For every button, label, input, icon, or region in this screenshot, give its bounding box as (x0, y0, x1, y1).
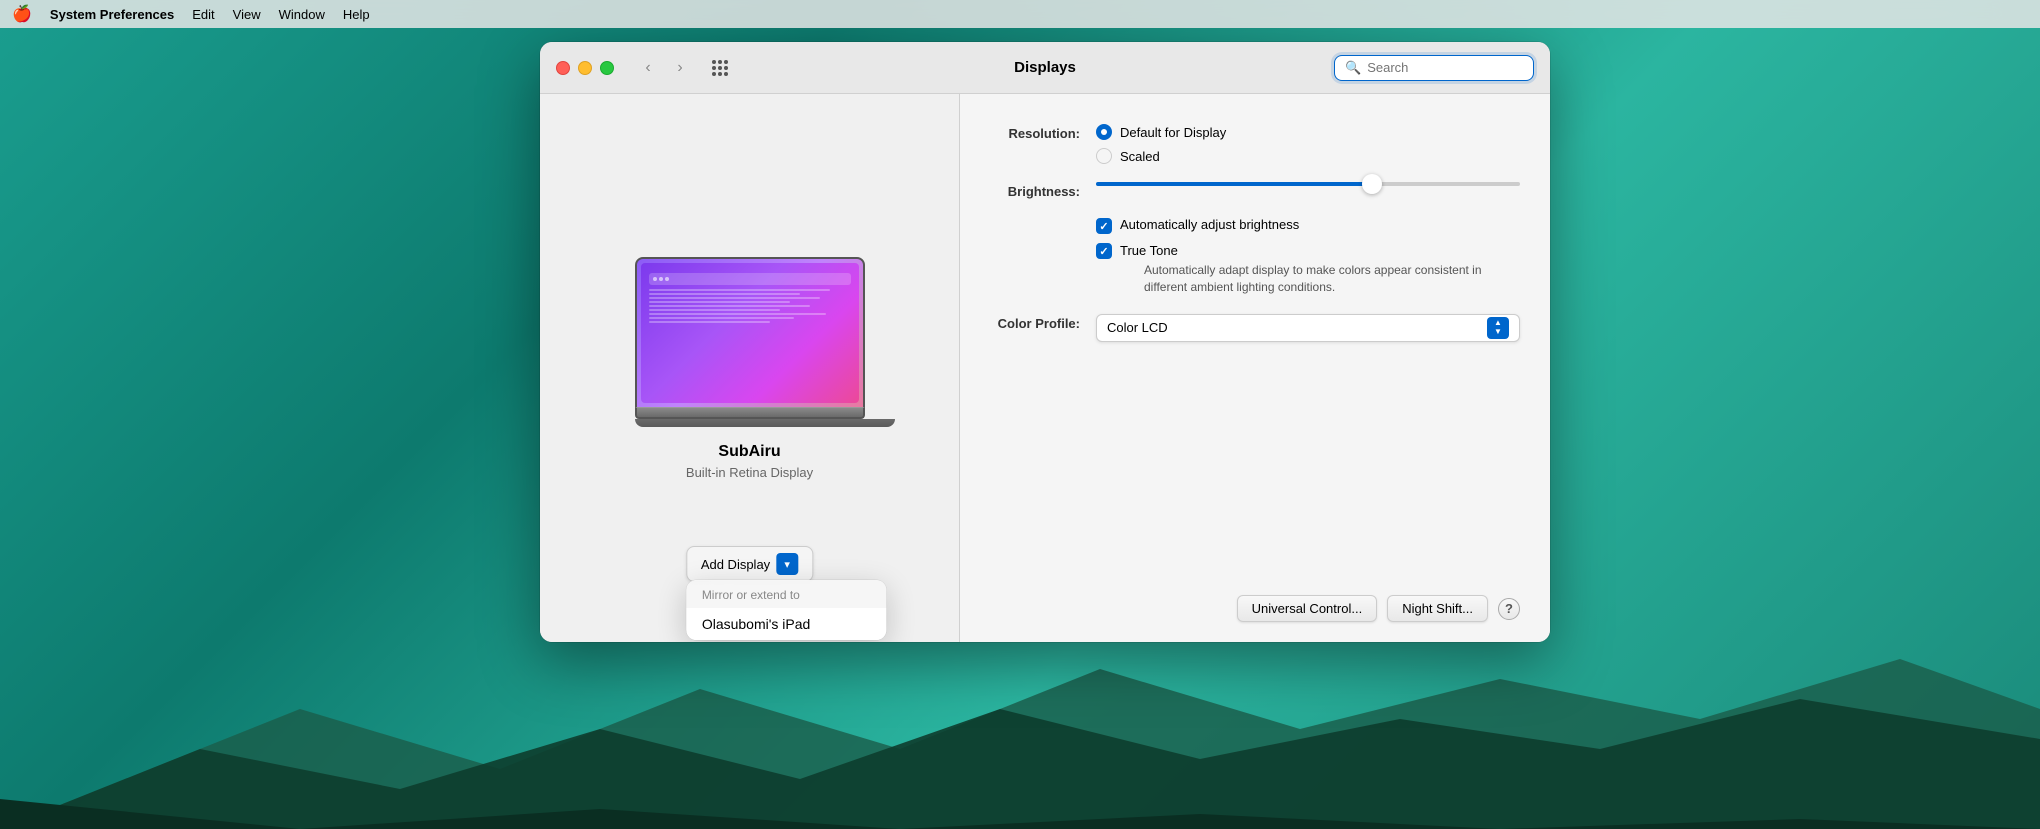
laptop-screen (635, 257, 865, 407)
brightness-row: Brightness: (990, 182, 1520, 199)
menubar-view[interactable]: View (233, 7, 261, 22)
window-body: SubAiru Built-in Retina Display Add Disp… (540, 94, 1550, 642)
menubar-edit[interactable]: Edit (192, 7, 214, 22)
add-display-label: Add Display (701, 557, 770, 572)
color-profile-value: Color LCD (1107, 320, 1168, 335)
back-button[interactable]: ‹ (634, 54, 662, 82)
help-button[interactable]: ? (1498, 598, 1520, 620)
close-button[interactable] (556, 61, 570, 75)
color-profile-row: Color Profile: Color LCD ▲ ▼ (990, 314, 1520, 342)
resolution-default-radio[interactable] (1096, 124, 1112, 140)
true-tone-checkmark-icon: ✓ (1099, 245, 1108, 258)
resolution-default-option[interactable]: Default for Display (1096, 124, 1520, 140)
menubar: 🍎 System Preferences Edit View Window He… (0, 0, 2040, 28)
minimize-button[interactable] (578, 61, 592, 75)
dropdown-item-ipad[interactable]: Olasubomi's iPad (686, 608, 886, 640)
brightness-content (1096, 182, 1520, 186)
true-tone-content: True Tone Automatically adapt display to… (1120, 242, 1520, 296)
checkmark-icon: ✓ (1099, 220, 1108, 233)
auto-brightness-label: Automatically adjust brightness (1120, 217, 1299, 232)
desktop-mountains (0, 629, 2040, 829)
brightness-slider-thumb[interactable] (1362, 174, 1382, 194)
menubar-system-preferences[interactable]: System Preferences (50, 7, 174, 22)
display-subtitle: Built-in Retina Display (686, 465, 813, 480)
laptop-illustration (635, 257, 865, 427)
bottom-buttons: Universal Control... Night Shift... ? (990, 595, 1520, 622)
search-icon: 🔍 (1345, 60, 1361, 76)
add-display-container: Add Display ▾ Mirror or extend to Olasub… (686, 546, 813, 582)
add-display-chevron-icon: ▾ (776, 553, 798, 575)
display-name: SubAiru (718, 443, 780, 461)
color-profile-dropdown[interactable]: Color LCD ▲ ▼ (1096, 314, 1520, 342)
laptop-container: SubAiru Built-in Retina Display (635, 257, 865, 480)
true-tone-checkbox[interactable]: ✓ (1096, 243, 1112, 259)
nav-buttons: ‹ › (634, 54, 694, 82)
true-tone-description: Automatically adapt display to make colo… (1144, 262, 1520, 296)
auto-brightness-checkbox-row[interactable]: ✓ Automatically adjust brightness (1096, 217, 1520, 234)
menubar-help[interactable]: Help (343, 7, 370, 22)
resolution-options: Default for Display Scaled (1096, 124, 1520, 164)
resolution-scaled-radio[interactable] (1096, 148, 1112, 164)
displays-window: ‹ › Displays 🔍 (540, 42, 1550, 642)
traffic-lights (556, 61, 614, 75)
menubar-window[interactable]: Window (279, 7, 325, 22)
brightness-slider-track[interactable] (1096, 182, 1520, 186)
brightness-label: Brightness: (990, 182, 1080, 199)
true-tone-checkbox-row[interactable]: ✓ True Tone Automatically adapt display … (1096, 242, 1520, 296)
resolution-row: Resolution: Default for Display Scaled (990, 124, 1520, 164)
color-profile-content: Color LCD ▲ ▼ (1096, 314, 1520, 342)
brightness-slider-row (1096, 182, 1520, 186)
add-display-button[interactable]: Add Display ▾ (686, 546, 813, 582)
checkboxes-content: ✓ Automatically adjust brightness ✓ True… (1096, 217, 1520, 296)
color-profile-select-row: Color LCD ▲ ▼ (1096, 314, 1520, 342)
down-arrow-icon: ▼ (1494, 328, 1502, 336)
auto-brightness-row: ✓ Automatically adjust brightness ✓ True… (990, 217, 1520, 296)
laptop-base (635, 407, 865, 419)
true-tone-label: True Tone (1120, 243, 1178, 258)
night-shift-button[interactable]: Night Shift... (1387, 595, 1488, 622)
grid-button[interactable] (706, 54, 734, 82)
maximize-button[interactable] (600, 61, 614, 75)
forward-button[interactable]: › (666, 54, 694, 82)
universal-control-button[interactable]: Universal Control... (1237, 595, 1378, 622)
resolution-scaled-option[interactable]: Scaled (1096, 148, 1520, 164)
titlebar: ‹ › Displays 🔍 (540, 42, 1550, 94)
window-title: Displays (1014, 59, 1076, 76)
search-input[interactable] (1367, 60, 1523, 75)
apple-menu[interactable]: 🍎 (12, 4, 32, 24)
auto-brightness-spacer (990, 217, 1080, 219)
add-display-dropdown: Mirror or extend to Olasubomi's iPad (686, 580, 886, 640)
right-panel: Resolution: Default for Display Scaled B… (960, 94, 1550, 642)
resolution-label: Resolution: (990, 124, 1080, 141)
resolution-scaled-label: Scaled (1120, 149, 1160, 164)
laptop-bottom (635, 419, 895, 427)
dropdown-header: Mirror or extend to (686, 580, 886, 608)
up-arrow-icon: ▲ (1494, 319, 1502, 327)
resolution-default-label: Default for Display (1120, 125, 1226, 140)
color-profile-label: Color Profile: (990, 314, 1080, 331)
left-panel: SubAiru Built-in Retina Display Add Disp… (540, 94, 960, 642)
select-arrows-icon: ▲ ▼ (1487, 317, 1509, 339)
auto-brightness-checkbox[interactable]: ✓ (1096, 218, 1112, 234)
search-bar[interactable]: 🔍 (1334, 55, 1534, 81)
